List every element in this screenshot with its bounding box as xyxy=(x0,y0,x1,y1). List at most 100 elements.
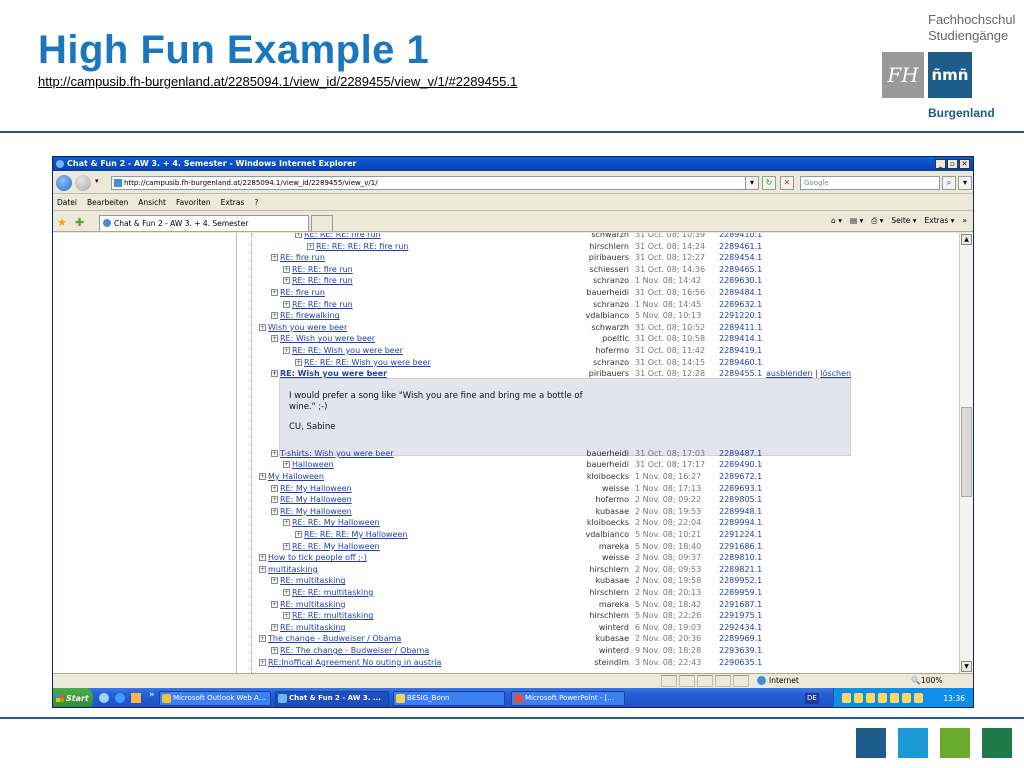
menu-help[interactable]: ? xyxy=(254,198,258,207)
expand-icon[interactable]: + xyxy=(283,461,290,469)
thread-subject-link[interactable]: + RE: RE: multitasking xyxy=(283,587,373,599)
thread-subject-link[interactable]: + T-shirts: Wish you were beer xyxy=(271,448,394,460)
thread-subject-link[interactable]: + RE: RE: RE: fire run xyxy=(295,233,381,241)
expand-icon[interactable]: + xyxy=(295,358,302,366)
new-tab-button[interactable] xyxy=(311,215,333,231)
feeds-icon[interactable]: ▤ ▾ xyxy=(850,216,863,226)
close-icon[interactable]: ✕ xyxy=(959,159,970,169)
thread-subject-link[interactable]: + The change - Budweiser / Obama xyxy=(259,633,401,645)
expand-icon[interactable]: + xyxy=(271,484,278,492)
menu-favoriten[interactable]: Favoriten xyxy=(176,198,211,207)
thread-subject-link[interactable]: + RE: multitasking xyxy=(271,599,346,611)
more-icon[interactable]: » xyxy=(962,216,967,226)
thread-subject-link[interactable]: + Wish you were beer xyxy=(259,322,347,334)
expand-icon[interactable]: + xyxy=(271,370,278,378)
search-input[interactable]: Google xyxy=(800,176,940,190)
language-indicator[interactable]: DE xyxy=(805,693,819,704)
thread-subject-link[interactable]: + RE: multitasking xyxy=(271,575,346,587)
tray-icons[interactable] xyxy=(842,693,923,703)
thread-subject-link[interactable]: + RE: My Halloween xyxy=(271,483,352,495)
thread-subject-link[interactable]: + RE:Inoffical Agreement No outing in aus… xyxy=(259,657,441,669)
expand-icon[interactable]: + xyxy=(271,577,278,585)
zoom-level[interactable]: 100% xyxy=(921,674,942,687)
forward-button[interactable] xyxy=(75,175,91,191)
add-favorite-icon[interactable]: ✚ xyxy=(75,216,84,229)
expand-icon[interactable]: + xyxy=(259,658,266,666)
expand-icon[interactable]: + xyxy=(283,347,290,354)
thread-subject-link[interactable]: + RE: RE: My Halloween xyxy=(283,541,380,553)
thread-subject-link[interactable]: + RE: RE: RE: My Halloween xyxy=(295,529,407,541)
expand-icon[interactable]: + xyxy=(295,531,302,538)
expand-icon[interactable]: + xyxy=(271,254,278,262)
task-powerpoint[interactable]: Microsoft PowerPoint - [... xyxy=(511,691,625,706)
more-quicklaunch-icon[interactable]: » xyxy=(149,690,155,700)
thread-subject-link[interactable]: + RE: RE: RE: RE: fire run xyxy=(307,241,408,253)
thread-subject-link[interactable]: + RE: fire run xyxy=(271,252,325,264)
menu-bearbeiten[interactable]: Bearbeiten xyxy=(87,198,128,207)
expand-icon[interactable]: + xyxy=(259,554,266,562)
scroll-thumb[interactable] xyxy=(961,407,972,497)
expand-icon[interactable]: + xyxy=(271,312,278,320)
address-input[interactable]: http://campusib.fh-burgenland.at/2285094… xyxy=(111,176,758,190)
thread-subject-link[interactable]: + My Halloween xyxy=(259,471,324,483)
start-button[interactable]: Start xyxy=(53,688,93,707)
expand-icon[interactable]: + xyxy=(295,233,302,238)
thread-subject-link[interactable]: + multitasking xyxy=(259,564,318,576)
thread-subject-link[interactable]: + Halloween xyxy=(283,459,334,471)
ie-quicklaunch-icon[interactable] xyxy=(115,693,125,703)
expand-icon[interactable]: + xyxy=(283,277,290,285)
thread-subject-link[interactable]: + RE: RE: My Halloween xyxy=(283,517,380,529)
thread-subject-link[interactable]: + RE: RE: fire run xyxy=(283,275,353,287)
quicklaunch-icon[interactable] xyxy=(99,693,109,703)
task-chat-fun[interactable]: Chat & Fun 2 - AW 3. ... xyxy=(275,691,389,706)
expand-icon[interactable]: + xyxy=(283,589,290,596)
expand-icon[interactable]: + xyxy=(271,496,278,504)
minimize-icon[interactable]: _ xyxy=(935,159,946,169)
menu-ansicht[interactable]: Ansicht xyxy=(138,198,166,207)
chevron-down-icon[interactable]: ▾ xyxy=(95,177,99,185)
expand-icon[interactable]: + xyxy=(283,300,290,308)
tools-menu[interactable]: Extras ▾ xyxy=(925,216,955,226)
refresh-icon[interactable]: ↻ xyxy=(762,176,776,190)
address-dropdown-button[interactable]: ▾ xyxy=(745,176,759,190)
thread-subject-link[interactable]: + RE: RE: RE: Wish you were beer xyxy=(295,357,431,369)
thread-subject-link[interactable]: + RE: RE: fire run xyxy=(283,299,353,311)
slide-url-link[interactable]: http://campusib.fh-burgenland.at/2285094… xyxy=(38,74,517,89)
thread-subject-link[interactable]: + How to tick people off ;-) xyxy=(259,552,367,564)
expand-icon[interactable]: + xyxy=(271,507,278,515)
search-options-button[interactable]: ▾ xyxy=(958,176,972,190)
thread-subject-link[interactable]: + RE: RE: Wish you were beer xyxy=(283,345,403,357)
expand-icon[interactable]: + xyxy=(259,323,266,331)
search-icon[interactable]: ⌕ xyxy=(942,176,956,190)
menu-datei[interactable]: Datei xyxy=(57,198,77,207)
thread-subject-link[interactable]: + RE: multitasking xyxy=(271,622,346,634)
expand-icon[interactable]: + xyxy=(259,635,266,643)
back-button[interactable] xyxy=(56,175,72,191)
home-icon[interactable]: ⌂ ▾ xyxy=(831,216,842,226)
tab-chat-fun[interactable]: Chat & Fun 2 - AW 3. + 4. Semester xyxy=(99,215,309,231)
task-outlook[interactable]: Microsoft Outlook Web A... xyxy=(159,691,271,706)
stop-icon[interactable]: ✕ xyxy=(780,176,794,190)
page-menu[interactable]: Seite ▾ xyxy=(891,216,916,226)
thread-subject-link[interactable]: + RE: The change - Budweiser / Obama xyxy=(271,645,429,657)
hide-link[interactable]: ausblenden xyxy=(766,369,813,378)
thread-subject-link[interactable]: + RE: My Halloween xyxy=(271,506,352,518)
expand-icon[interactable]: + xyxy=(259,565,266,573)
vertical-scrollbar[interactable]: ▲ ▼ xyxy=(959,233,973,673)
thread-subject-link[interactable]: + RE: RE: fire run xyxy=(283,264,353,276)
expand-icon[interactable]: + xyxy=(271,449,278,457)
expand-icon[interactable]: + xyxy=(283,265,290,273)
thread-subject-link[interactable]: + RE: RE: multitasking xyxy=(283,610,373,622)
expand-icon[interactable]: + xyxy=(271,623,278,631)
expand-icon[interactable]: + xyxy=(259,473,266,480)
expand-icon[interactable]: + xyxy=(271,335,278,343)
thread-subject-link[interactable]: + RE: Wish you were beer xyxy=(271,368,387,380)
favorites-star-icon[interactable]: ★ xyxy=(57,216,67,229)
menu-extras[interactable]: Extras xyxy=(221,198,245,207)
expand-icon[interactable]: + xyxy=(283,542,290,550)
expand-icon[interactable]: + xyxy=(271,600,278,608)
scroll-down-icon[interactable]: ▼ xyxy=(961,661,972,672)
expand-icon[interactable]: + xyxy=(283,612,290,620)
print-icon[interactable]: ⎙ ▾ xyxy=(871,216,883,226)
thread-subject-link[interactable]: + RE: Wish you were beer xyxy=(271,333,375,345)
